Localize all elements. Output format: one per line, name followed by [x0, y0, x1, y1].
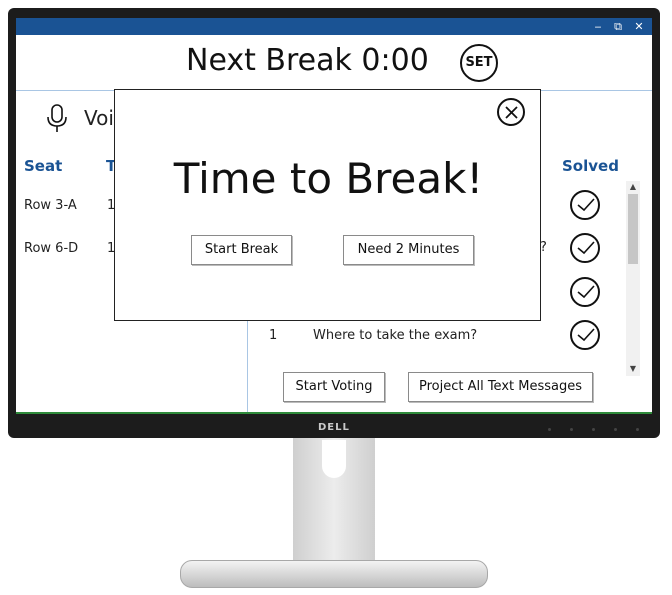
header: Next Break 0:00 SET [16, 35, 652, 91]
screen: ‒ ⧉ ✕ Next Break 0:00 SET Voi Seat T Sol… [16, 18, 652, 414]
scroll-down-arrow-icon[interactable]: ▼ [626, 363, 640, 375]
window-titlebar: ‒ ⧉ ✕ [16, 18, 652, 35]
monitor-button [570, 428, 573, 431]
seat-cell: Row 6-D [24, 241, 79, 256]
close-window-button[interactable]: ✕ [629, 18, 649, 35]
seat-column-header: Seat [24, 157, 63, 175]
start-voting-button[interactable]: Start Voting [283, 372, 385, 402]
scroll-up-arrow-icon[interactable]: ▲ [626, 181, 640, 193]
page-title: Next Break 0:00 [186, 43, 429, 78]
seat-cell: Row 3-A [24, 198, 77, 213]
solved-check-button[interactable] [570, 190, 600, 220]
monitor-button [548, 428, 551, 431]
need-2-minutes-button[interactable]: Need 2 Minutes [343, 235, 474, 265]
monitor-button [592, 428, 595, 431]
break-modal: Time to Break! Start Break Need 2 Minute… [114, 89, 541, 321]
scrollbar-thumb[interactable] [628, 194, 638, 264]
project-all-text-messages-button[interactable]: Project All Text Messages [408, 372, 593, 402]
set-button[interactable]: SET [460, 44, 498, 82]
monitor-stand-base [180, 560, 488, 588]
solved-check-button[interactable] [570, 277, 600, 307]
solved-column-header: Solved [562, 157, 619, 175]
modal-title: Time to Break! [173, 154, 484, 203]
screen-bottom-edge [16, 412, 652, 414]
solved-check-button[interactable] [570, 320, 600, 350]
close-icon[interactable] [497, 98, 525, 126]
microphone-icon[interactable] [46, 104, 68, 138]
monitor-power-button [636, 428, 639, 431]
solved-check-button[interactable] [570, 233, 600, 263]
monitor-brand-logo: DELL [318, 422, 350, 433]
monitor-stand-cable-hole [322, 440, 346, 478]
stage: DELL ‒ ⧉ ✕ Next Break 0:00 SET Voi Seat … [0, 0, 672, 595]
voice-label: Voi [84, 106, 114, 130]
minimize-button[interactable]: ‒ [588, 18, 608, 35]
monitor-button [614, 428, 617, 431]
question-text-partial: ? [540, 240, 547, 255]
restore-button[interactable]: ⧉ [608, 18, 628, 35]
question-number: 1 [269, 328, 278, 343]
start-break-button[interactable]: Start Break [191, 235, 292, 265]
question-text: Where to take the exam? [313, 328, 478, 343]
